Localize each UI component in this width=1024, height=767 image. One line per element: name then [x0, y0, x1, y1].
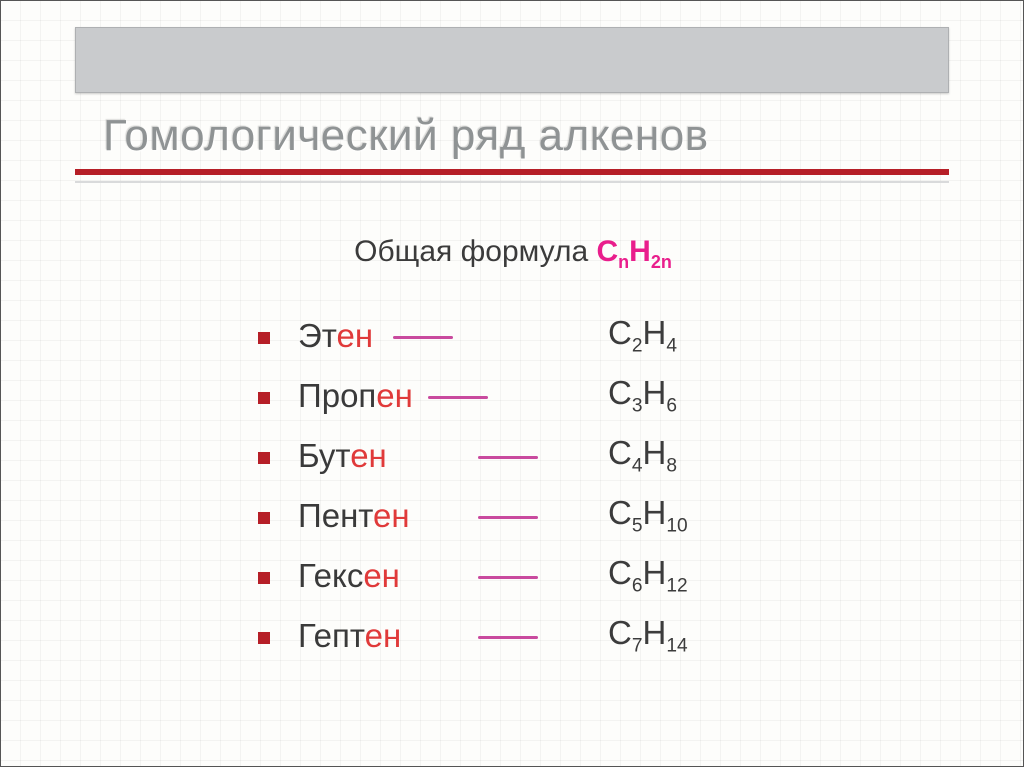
connector-dash-icon — [428, 396, 488, 399]
formula-h: H — [629, 235, 651, 268]
name-prefix: Гепт — [298, 617, 365, 654]
molecular-formula: C6H12 — [608, 554, 688, 598]
formula-h-sub: 14 — [666, 636, 687, 657]
molecular-formula: C2H4 — [608, 314, 677, 358]
formula-h: H — [642, 434, 666, 471]
general-formula-label: Общая формула — [354, 235, 596, 268]
name-prefix: Проп — [298, 377, 376, 414]
formula-h: H — [642, 614, 666, 651]
formula-h-sub: 6 — [666, 396, 677, 417]
connector-dash-icon — [393, 336, 453, 339]
list-row: Пентен C5H10 — [258, 486, 818, 546]
molecular-formula: C7H14 — [608, 614, 688, 658]
name-suffix: ен — [376, 377, 413, 414]
list-row: Гексен C6H12 — [258, 546, 818, 606]
list-row: Гептен C7H14 — [258, 606, 818, 666]
formula-c: C — [608, 614, 632, 651]
bullet-icon — [258, 512, 270, 524]
connector-dash-icon — [478, 516, 538, 519]
formula-c-sub: 3 — [632, 396, 643, 417]
list-row: Этен C2H4 — [258, 306, 818, 366]
name-suffix: ен — [365, 617, 402, 654]
name-prefix: Эт — [298, 317, 336, 354]
name-prefix: Гекс — [298, 557, 363, 594]
formula-h-sub: 12 — [666, 576, 687, 597]
connector-dash-icon — [478, 456, 538, 459]
title-red-underline — [75, 169, 949, 175]
formula-h-sub: 2n — [651, 252, 672, 272]
formula-h: H — [642, 494, 666, 531]
formula-c-sub: 5 — [632, 516, 643, 537]
formula-h-sub: 4 — [666, 336, 677, 357]
formula-c-sub: 4 — [632, 456, 643, 477]
name-suffix: ен — [373, 497, 410, 534]
name-suffix: ен — [350, 437, 387, 474]
rows-container: ЭтенC2H4ПропенC3H6БутенC4H8ПентенC5H10Ге… — [258, 306, 818, 666]
bullet-icon — [258, 392, 270, 404]
formula-h-sub: 8 — [666, 456, 677, 477]
bullet-icon — [258, 452, 270, 464]
slide-title: Гомологический ряд алкенов — [75, 93, 949, 169]
connector-dash-icon — [478, 576, 538, 579]
molecular-formula: C5H10 — [608, 494, 688, 538]
bullet-icon — [258, 632, 270, 644]
list-row: Бутен C4H8 — [258, 426, 818, 486]
formula-c: C — [608, 374, 632, 411]
title-bar — [75, 27, 949, 93]
compound-name: Пентен — [298, 497, 498, 535]
molecular-formula: C3H6 — [608, 374, 677, 418]
formula-h: H — [642, 314, 666, 351]
compound-name: Бутен — [298, 437, 498, 475]
formula-c: C — [608, 554, 632, 591]
formula-h: H — [642, 374, 666, 411]
formula-c: C — [608, 314, 632, 351]
general-formula: Общая формула CnH2n — [1, 235, 1024, 273]
formula-c-sub: n — [618, 252, 629, 272]
formula-c-sub: 2 — [632, 336, 643, 357]
bullet-icon — [258, 332, 270, 344]
compound-name: Гептен — [298, 617, 498, 655]
name-suffix: ен — [336, 317, 373, 354]
formula-c: C — [608, 434, 632, 471]
name-prefix: Пент — [298, 497, 373, 534]
compound-name: Гексен — [298, 557, 498, 595]
list-row: Пропен C3H6 — [258, 366, 818, 426]
title-block: Гомологический ряд алкенов — [75, 27, 949, 183]
formula-c: C — [596, 235, 618, 268]
molecular-formula: C4H8 — [608, 434, 677, 478]
name-prefix: Бут — [298, 437, 350, 474]
formula-h: H — [642, 554, 666, 591]
formula-c-sub: 7 — [632, 636, 643, 657]
connector-dash-icon — [478, 636, 538, 639]
title-thin-underline — [75, 181, 949, 183]
formula-c-sub: 6 — [632, 576, 643, 597]
bullet-icon — [258, 572, 270, 584]
formula-c: C — [608, 494, 632, 531]
formula-h-sub: 10 — [666, 516, 687, 537]
name-suffix: ен — [363, 557, 400, 594]
